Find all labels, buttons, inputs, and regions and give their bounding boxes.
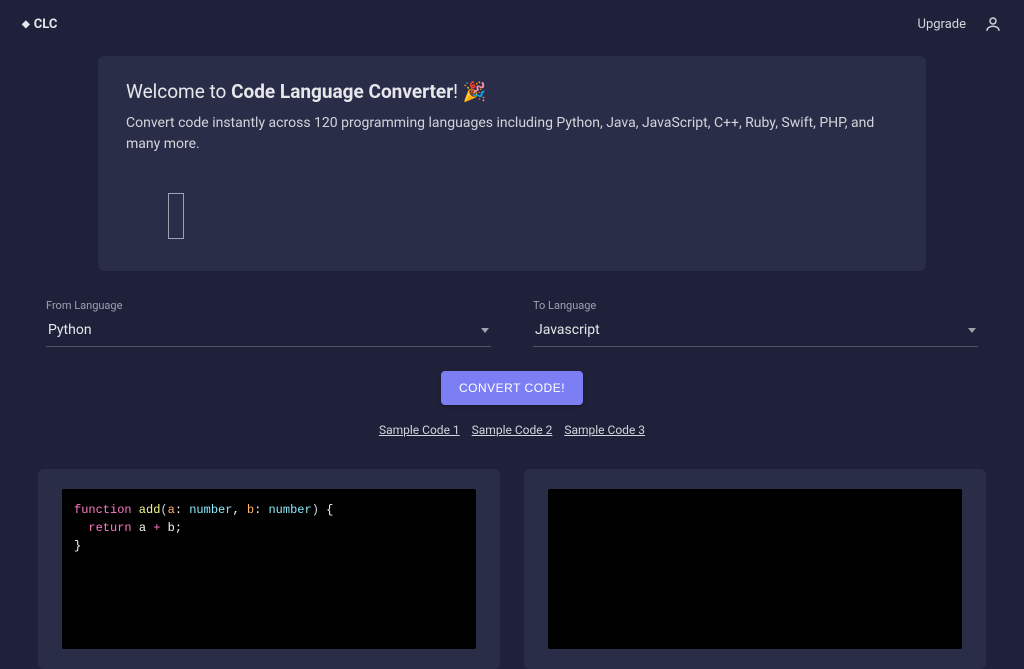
code-token: :	[254, 503, 268, 517]
topbar: ◆ CLC Upgrade	[0, 0, 1024, 48]
code-token: (	[160, 503, 167, 517]
code-panels: function add(a: number, b: number) { ret…	[38, 469, 986, 669]
to-language-group: To Language Javascript	[533, 299, 978, 347]
from-language-label: From Language	[46, 299, 491, 312]
sample-link-3[interactable]: Sample Code 3	[564, 423, 645, 437]
output-code-editor[interactable]	[548, 489, 962, 649]
hero-card: Welcome to Code Language Converter! 🎉 Co…	[98, 56, 926, 271]
brand-icon: ◆	[22, 19, 30, 30]
hero-subtitle: Convert code instantly across 120 progra…	[126, 113, 898, 155]
sample-links: Sample Code 1 Sample Code 2 Sample Code …	[38, 423, 986, 437]
from-language-value: Python	[48, 322, 92, 338]
code-token: b	[168, 521, 175, 535]
code-token: }	[74, 539, 81, 553]
sample-link-1[interactable]: Sample Code 1	[379, 423, 460, 437]
topbar-right: Upgrade	[918, 15, 1010, 33]
convert-row: CONVERT CODE!	[38, 371, 986, 405]
hero-placeholder	[168, 193, 184, 239]
hero-title-bold: Code Language Converter	[231, 80, 453, 103]
chevron-down-icon	[481, 328, 489, 333]
chevron-down-icon	[968, 328, 976, 333]
hero-title-suffix: ! 🎉	[453, 80, 486, 103]
code-token: {	[319, 503, 333, 517]
code-token: +	[146, 521, 168, 535]
brand-logo[interactable]: ◆ CLC	[14, 13, 65, 36]
language-selectors: From Language Python To Language Javascr…	[38, 299, 986, 347]
code-token: ,	[232, 503, 246, 517]
code-token: )	[312, 503, 319, 517]
convert-button[interactable]: CONVERT CODE!	[441, 371, 583, 405]
code-token	[74, 521, 88, 535]
to-language-select[interactable]: Javascript	[533, 316, 978, 347]
code-token	[132, 521, 139, 535]
code-token: function	[74, 503, 132, 517]
code-token: :	[175, 503, 189, 517]
code-token: number	[189, 503, 232, 517]
to-language-value: Javascript	[535, 322, 600, 338]
output-panel	[524, 469, 986, 669]
to-language-label: To Language	[533, 299, 978, 312]
code-token: b	[247, 503, 254, 517]
code-token: a	[139, 521, 146, 535]
code-token: add	[132, 503, 161, 517]
from-language-group: From Language Python	[46, 299, 491, 347]
brand-text: CLC	[34, 17, 58, 32]
input-code-editor[interactable]: function add(a: number, b: number) { ret…	[62, 489, 476, 649]
input-panel: function add(a: number, b: number) { ret…	[38, 469, 500, 669]
from-language-select[interactable]: Python	[46, 316, 491, 347]
sample-link-2[interactable]: Sample Code 2	[472, 423, 553, 437]
code-token: ;	[175, 521, 182, 535]
upgrade-link[interactable]: Upgrade	[918, 17, 966, 32]
hero-title: Welcome to Code Language Converter! 🎉	[126, 80, 898, 103]
person-icon[interactable]	[984, 15, 1002, 33]
code-token: return	[88, 521, 131, 535]
code-token: number	[268, 503, 311, 517]
hero-title-prefix: Welcome to	[126, 80, 231, 103]
code-token: a	[168, 503, 175, 517]
